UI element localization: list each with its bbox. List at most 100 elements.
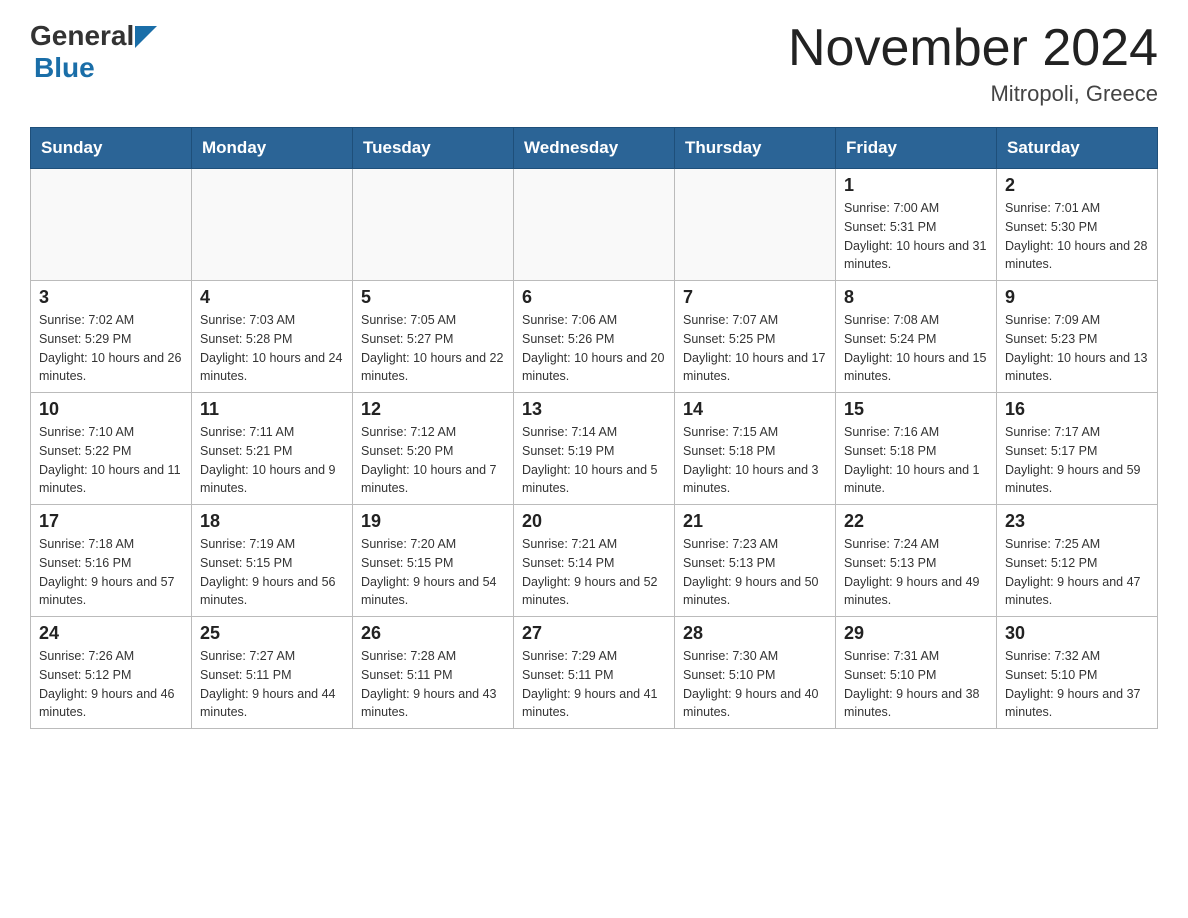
calendar-cell: 12Sunrise: 7:12 AMSunset: 5:20 PMDayligh…	[353, 393, 514, 505]
calendar-cell: 26 Sunrise: 7:28 AMSunset: 5:11 PMDayligh…	[353, 617, 514, 729]
calendar-cell: 30 Sunrise: 7:32 AMSunset: 5:10 PMDayligh…	[997, 617, 1158, 729]
calendar-cell	[514, 169, 675, 281]
calendar-header-sunday: Sunday	[31, 128, 192, 169]
calendar-cell	[192, 169, 353, 281]
day-info: Sunrise: 7:09 AMSunset: 5:23 PMDaylight:…	[1005, 311, 1149, 386]
calendar-header-thursday: Thursday	[675, 128, 836, 169]
day-number: 29	[844, 623, 988, 644]
calendar-header-wednesday: Wednesday	[514, 128, 675, 169]
calendar-cell: 5 Sunrise: 7:05 AMSunset: 5:27 PMDaylight…	[353, 281, 514, 393]
day-info: Sunrise: 7:08 AMSunset: 5:24 PMDaylight:…	[844, 311, 988, 386]
day-number: 8	[844, 287, 988, 308]
day-info: Sunrise: 7:16 AMSunset: 5:18 PMDaylight:…	[844, 423, 988, 498]
day-info: Sunrise: 7:27 AMSunset: 5:11 PMDaylight:…	[200, 647, 344, 722]
calendar-cell: 27 Sunrise: 7:29 AMSunset: 5:11 PMDayligh…	[514, 617, 675, 729]
page-header: General Blue November 2024 Mitropoli, Gr…	[30, 20, 1158, 107]
calendar-cell: 29 Sunrise: 7:31 AMSunset: 5:10 PMDayligh…	[836, 617, 997, 729]
day-number: 3	[39, 287, 183, 308]
day-number: 16	[1005, 399, 1149, 420]
calendar-cell: 3 Sunrise: 7:02 AMSunset: 5:29 PMDaylight…	[31, 281, 192, 393]
day-number: 9	[1005, 287, 1149, 308]
day-info: Sunrise: 7:14 AMSunset: 5:19 PMDaylight:…	[522, 423, 666, 498]
calendar-title: November 2024	[788, 20, 1158, 77]
day-number: 13	[522, 399, 666, 420]
day-number: 12	[361, 399, 505, 420]
day-info: Sunrise: 7:02 AMSunset: 5:29 PMDaylight:…	[39, 311, 183, 386]
calendar-week-5: 24 Sunrise: 7:26 AMSunset: 5:12 PMDayligh…	[31, 617, 1158, 729]
day-number: 22	[844, 511, 988, 532]
day-number: 21	[683, 511, 827, 532]
calendar-cell: 17 Sunrise: 7:18 AMSunset: 5:16 PMDayligh…	[31, 505, 192, 617]
day-number: 10	[39, 399, 183, 420]
day-number: 30	[1005, 623, 1149, 644]
day-info: Sunrise: 7:18 AMSunset: 5:16 PMDaylight:…	[39, 535, 183, 610]
calendar-title-block: November 2024 Mitropoli, Greece	[788, 20, 1158, 107]
day-info: Sunrise: 7:32 AMSunset: 5:10 PMDaylight:…	[1005, 647, 1149, 722]
day-info: Sunrise: 7:15 AMSunset: 5:18 PMDaylight:…	[683, 423, 827, 498]
calendar-cell	[353, 169, 514, 281]
day-number: 20	[522, 511, 666, 532]
day-info: Sunrise: 7:10 AMSunset: 5:22 PMDaylight:…	[39, 423, 183, 498]
calendar-cell: 20Sunrise: 7:21 AMSunset: 5:14 PMDayligh…	[514, 505, 675, 617]
day-number: 5	[361, 287, 505, 308]
calendar-cell: 10 Sunrise: 7:10 AMSunset: 5:22 PMDayligh…	[31, 393, 192, 505]
day-number: 2	[1005, 175, 1149, 196]
day-info: Sunrise: 7:25 AMSunset: 5:12 PMDaylight:…	[1005, 535, 1149, 610]
calendar-cell: 23 Sunrise: 7:25 AMSunset: 5:12 PMDayligh…	[997, 505, 1158, 617]
calendar-table: SundayMondayTuesdayWednesdayThursdayFrid…	[30, 127, 1158, 729]
day-info: Sunrise: 7:19 AMSunset: 5:15 PMDaylight:…	[200, 535, 344, 610]
day-info: Sunrise: 7:30 AMSunset: 5:10 PMDaylight:…	[683, 647, 827, 722]
calendar-cell: 6Sunrise: 7:06 AMSunset: 5:26 PMDaylight…	[514, 281, 675, 393]
day-info: Sunrise: 7:00 AMSunset: 5:31 PMDaylight:…	[844, 199, 988, 274]
day-number: 15	[844, 399, 988, 420]
calendar-cell: 16 Sunrise: 7:17 AMSunset: 5:17 PMDayligh…	[997, 393, 1158, 505]
day-info: Sunrise: 7:24 AMSunset: 5:13 PMDaylight:…	[844, 535, 988, 610]
calendar-header-saturday: Saturday	[997, 128, 1158, 169]
calendar-cell: 22 Sunrise: 7:24 AMSunset: 5:13 PMDayligh…	[836, 505, 997, 617]
calendar-cell: 28 Sunrise: 7:30 AMSunset: 5:10 PMDayligh…	[675, 617, 836, 729]
calendar-cell: 15 Sunrise: 7:16 AMSunset: 5:18 PMDayligh…	[836, 393, 997, 505]
logo: General Blue	[30, 20, 157, 84]
day-number: 17	[39, 511, 183, 532]
calendar-header-tuesday: Tuesday	[353, 128, 514, 169]
calendar-cell: 25 Sunrise: 7:27 AMSunset: 5:11 PMDayligh…	[192, 617, 353, 729]
calendar-header-friday: Friday	[836, 128, 997, 169]
day-info: Sunrise: 7:26 AMSunset: 5:12 PMDaylight:…	[39, 647, 183, 722]
day-number: 7	[683, 287, 827, 308]
day-number: 18	[200, 511, 344, 532]
calendar-cell	[31, 169, 192, 281]
day-info: Sunrise: 7:11 AMSunset: 5:21 PMDaylight:…	[200, 423, 344, 498]
day-info: Sunrise: 7:20 AMSunset: 5:15 PMDaylight:…	[361, 535, 505, 610]
day-info: Sunrise: 7:31 AMSunset: 5:10 PMDaylight:…	[844, 647, 988, 722]
calendar-cell: 7Sunrise: 7:07 AMSunset: 5:25 PMDaylight…	[675, 281, 836, 393]
day-number: 25	[200, 623, 344, 644]
logo-general-text: General	[30, 20, 134, 52]
calendar-cell: 2Sunrise: 7:01 AMSunset: 5:30 PMDaylight…	[997, 169, 1158, 281]
calendar-cell: 18 Sunrise: 7:19 AMSunset: 5:15 PMDayligh…	[192, 505, 353, 617]
day-number: 26	[361, 623, 505, 644]
day-number: 19	[361, 511, 505, 532]
day-number: 28	[683, 623, 827, 644]
day-info: Sunrise: 7:29 AMSunset: 5:11 PMDaylight:…	[522, 647, 666, 722]
calendar-cell: 14 Sunrise: 7:15 AMSunset: 5:18 PMDayligh…	[675, 393, 836, 505]
calendar-header-monday: Monday	[192, 128, 353, 169]
calendar-cell: 21 Sunrise: 7:23 AMSunset: 5:13 PMDayligh…	[675, 505, 836, 617]
day-info: Sunrise: 7:03 AMSunset: 5:28 PMDaylight:…	[200, 311, 344, 386]
day-number: 24	[39, 623, 183, 644]
day-number: 23	[1005, 511, 1149, 532]
calendar-header-row: SundayMondayTuesdayWednesdayThursdayFrid…	[31, 128, 1158, 169]
calendar-week-4: 17 Sunrise: 7:18 AMSunset: 5:16 PMDayligh…	[31, 505, 1158, 617]
day-info: Sunrise: 7:05 AMSunset: 5:27 PMDaylight:…	[361, 311, 505, 386]
day-info: Sunrise: 7:28 AMSunset: 5:11 PMDaylight:…	[361, 647, 505, 722]
calendar-cell: 11Sunrise: 7:11 AMSunset: 5:21 PMDayligh…	[192, 393, 353, 505]
calendar-cell: 9 Sunrise: 7:09 AMSunset: 5:23 PMDaylight…	[997, 281, 1158, 393]
day-number: 14	[683, 399, 827, 420]
day-number: 27	[522, 623, 666, 644]
calendar-week-2: 3 Sunrise: 7:02 AMSunset: 5:29 PMDaylight…	[31, 281, 1158, 393]
day-number: 1	[844, 175, 988, 196]
day-info: Sunrise: 7:17 AMSunset: 5:17 PMDaylight:…	[1005, 423, 1149, 498]
logo-blue-text: Blue	[34, 52, 95, 84]
calendar-week-1: 1 Sunrise: 7:00 AMSunset: 5:31 PMDaylight…	[31, 169, 1158, 281]
day-info: Sunrise: 7:06 AMSunset: 5:26 PMDaylight:…	[522, 311, 666, 386]
day-info: Sunrise: 7:23 AMSunset: 5:13 PMDaylight:…	[683, 535, 827, 610]
